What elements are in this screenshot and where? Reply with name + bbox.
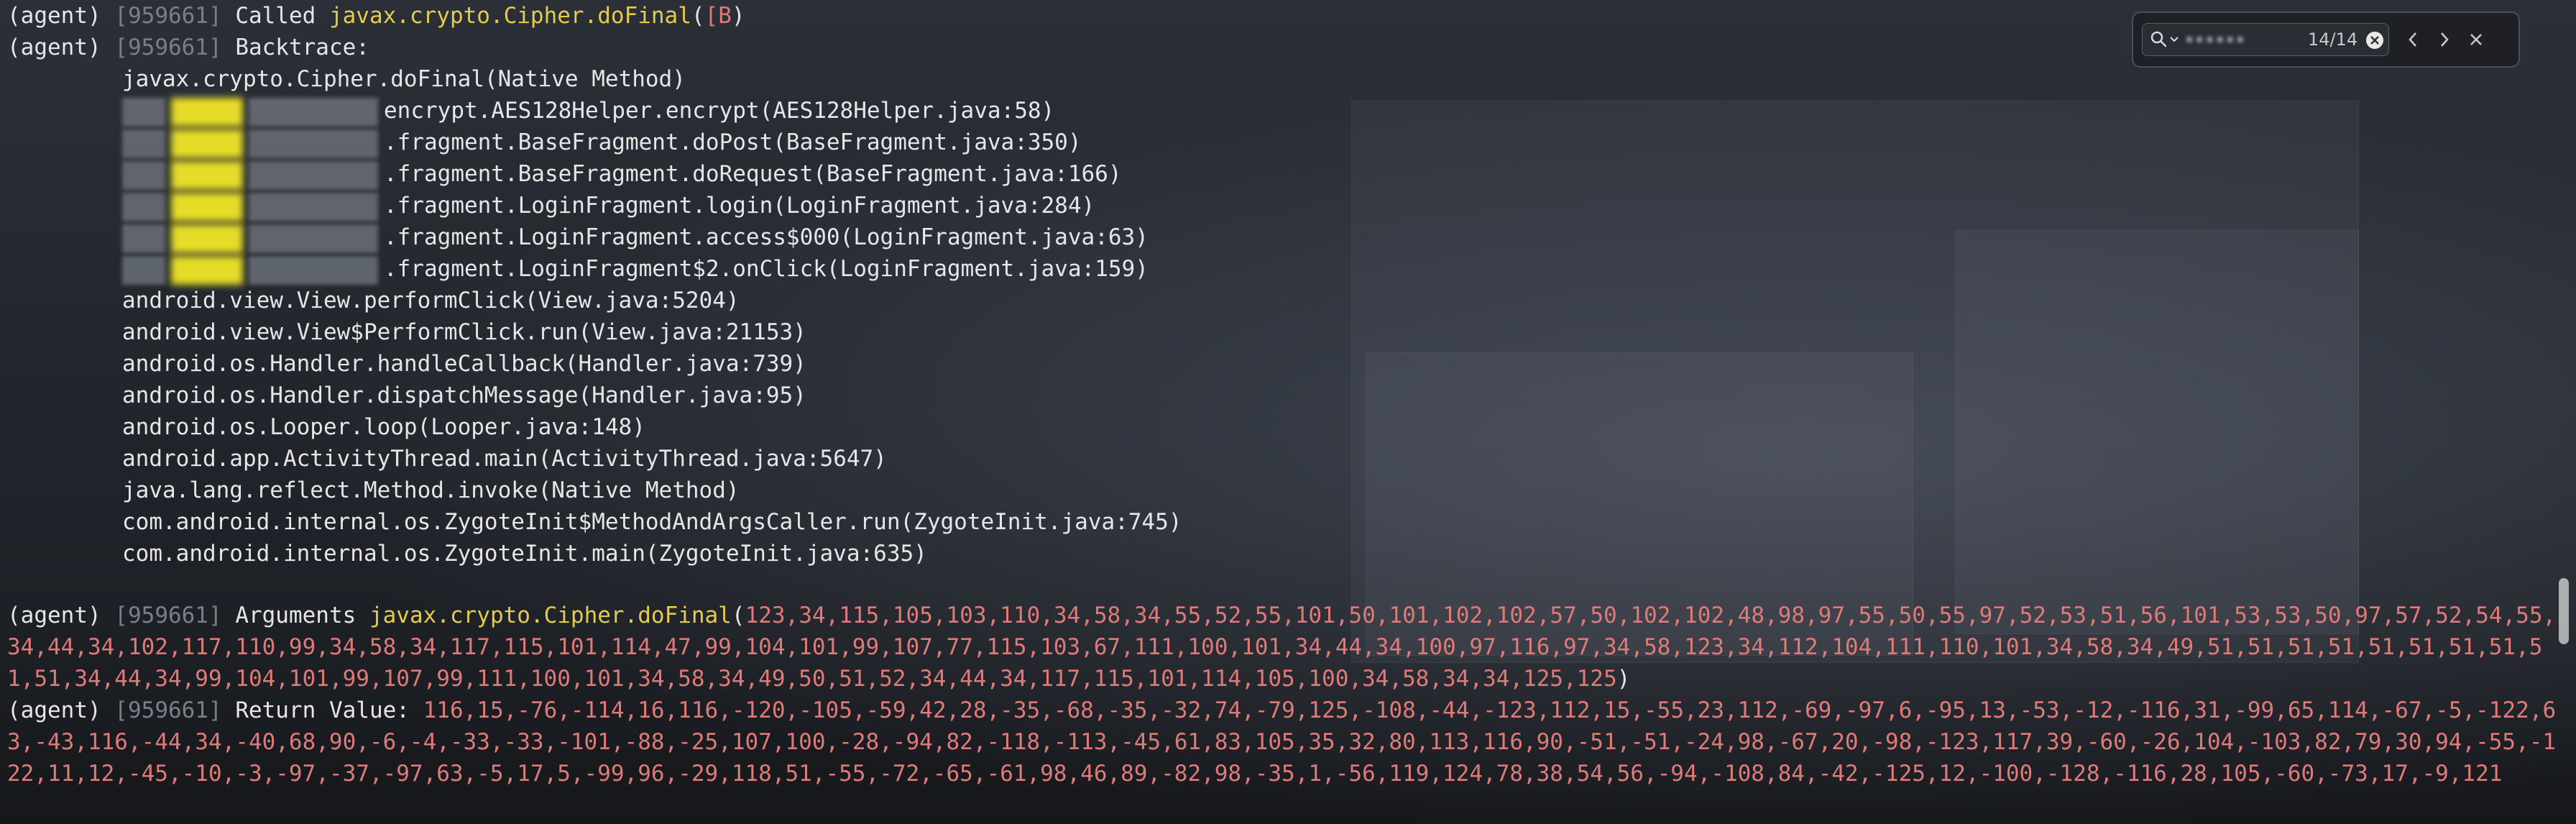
redaction-blur [122,160,165,190]
pid: [959661] [114,35,222,60]
pid: [959661] [114,3,222,29]
stack-frame-redacted: .fragment.BaseFragment.doPost(BaseFragme… [7,127,1082,158]
redaction-highlight [171,255,243,285]
chevron-down-icon[interactable] [2170,37,2179,42]
stack-frame: android.os.Handler.dispatchMessage(Handl… [122,383,806,408]
redaction-blur [249,255,378,285]
close-paren: ) [1616,666,1631,692]
search-input[interactable] [2183,28,2308,52]
stack-frame-text: .fragment.BaseFragment.doRequest(BaseFra… [384,161,1122,187]
stack-frame-text: .fragment.BaseFragment.doPost(BaseFragme… [384,129,1082,155]
arguments-line: (agent) [959661] Arguments javax.crypto.… [7,600,2566,695]
find-bar: 14/14 [2132,12,2520,68]
backtrace-label: Backtrace: [235,35,369,60]
stack-frame: android.view.View$PerformClick.run(View.… [122,319,806,345]
stack-frame-text: encrypt.AES128Helper.encrypt(AES128Helpe… [384,98,1055,124]
called-line: (agent) [959661] Called javax.crypto.Cip… [7,0,745,32]
close-icon[interactable] [2465,29,2487,50]
redaction-blur [122,224,165,253]
agent-prefix: (agent) [7,603,101,628]
stack-frame: com.android.internal.os.ZygoteInit.main(… [122,541,927,567]
stack-frame-redacted: .fragment.LoginFragment.login(LoginFragm… [7,190,1095,221]
arguments-label: Arguments [235,603,356,628]
return-value-line: (agent) [959661] Return Value: 116,15,-7… [7,695,2566,789]
stack-frame-text: .fragment.LoginFragment.access$000(Login… [384,224,1149,250]
redaction-blur [249,192,378,221]
method-name: javax.crypto.Cipher.doFinal [328,3,691,29]
terminal-output[interactable]: (agent) [959661] Called javax.crypto.Cip… [0,0,2576,824]
scrollbar-thumb[interactable] [2559,578,2569,644]
pid: [959661] [114,697,222,723]
clear-icon[interactable] [2365,31,2384,50]
redaction-blur [249,129,378,158]
stack-frame: com.android.internal.os.ZygoteInit$Metho… [122,509,1182,535]
return-label: Return Value: [235,697,410,723]
close-paren: ) [731,3,745,29]
stack-frame: android.view.View.performClick(View.java… [122,288,740,313]
stack-frame-redacted: .fragment.LoginFragment.access$000(Login… [7,221,1149,253]
stack-frame: android.os.Looper.loop(Looper.java:148) [122,414,645,440]
redaction-highlight [171,160,243,190]
open-paren: ( [731,603,745,628]
stack-frame: java.lang.reflect.Method.invoke(Native M… [122,477,740,503]
next-match-icon[interactable] [2434,29,2455,50]
redaction-highlight [171,192,243,221]
redaction-blur [122,97,165,127]
stack-frame-redacted: .fragment.LoginFragment$2.onClick(LoginF… [7,253,1149,285]
search-field[interactable]: 14/14 [2142,23,2389,56]
stack-frame-redacted: encrypt.AES128Helper.encrypt(AES128Helpe… [7,95,1054,127]
search-icon[interactable] [2150,30,2168,49]
redaction-blur [122,129,165,158]
previous-match-icon[interactable] [2402,29,2424,50]
method-name: javax.crypto.Cipher.doFinal [369,603,732,628]
redaction-blur [122,192,165,221]
redaction-blur [249,160,378,190]
arg-type: [B [704,3,732,29]
stack-frame-text: .fragment.LoginFragment$2.onClick(LoginF… [384,256,1149,282]
pid: [959661] [114,603,222,628]
called-label: Called [235,3,316,29]
redaction-blur [249,224,378,253]
redaction-highlight [171,97,243,127]
stack-frame-redacted: .fragment.BaseFragment.doRequest(BaseFra… [7,158,1122,190]
agent-prefix: (agent) [7,3,101,29]
stack-frame-text: .fragment.LoginFragment.login(LoginFragm… [384,193,1095,219]
stack-frame: javax.crypto.Cipher.doFinal(Native Metho… [122,66,686,92]
redaction-blur [249,97,378,127]
redaction-highlight [171,224,243,253]
agent-prefix: (agent) [7,35,101,60]
stack-frame: android.os.Handler.handleCallback(Handle… [122,351,806,377]
stack-frame: android.app.ActivityThread.main(Activity… [122,446,887,472]
redaction-blur [122,255,165,285]
match-count: 14/14 [2308,29,2358,50]
backtrace-line: (agent) [959661] Backtrace: [7,32,369,63]
redaction-highlight [171,129,243,158]
open-paren: ( [691,3,705,29]
agent-prefix: (agent) [7,697,101,723]
